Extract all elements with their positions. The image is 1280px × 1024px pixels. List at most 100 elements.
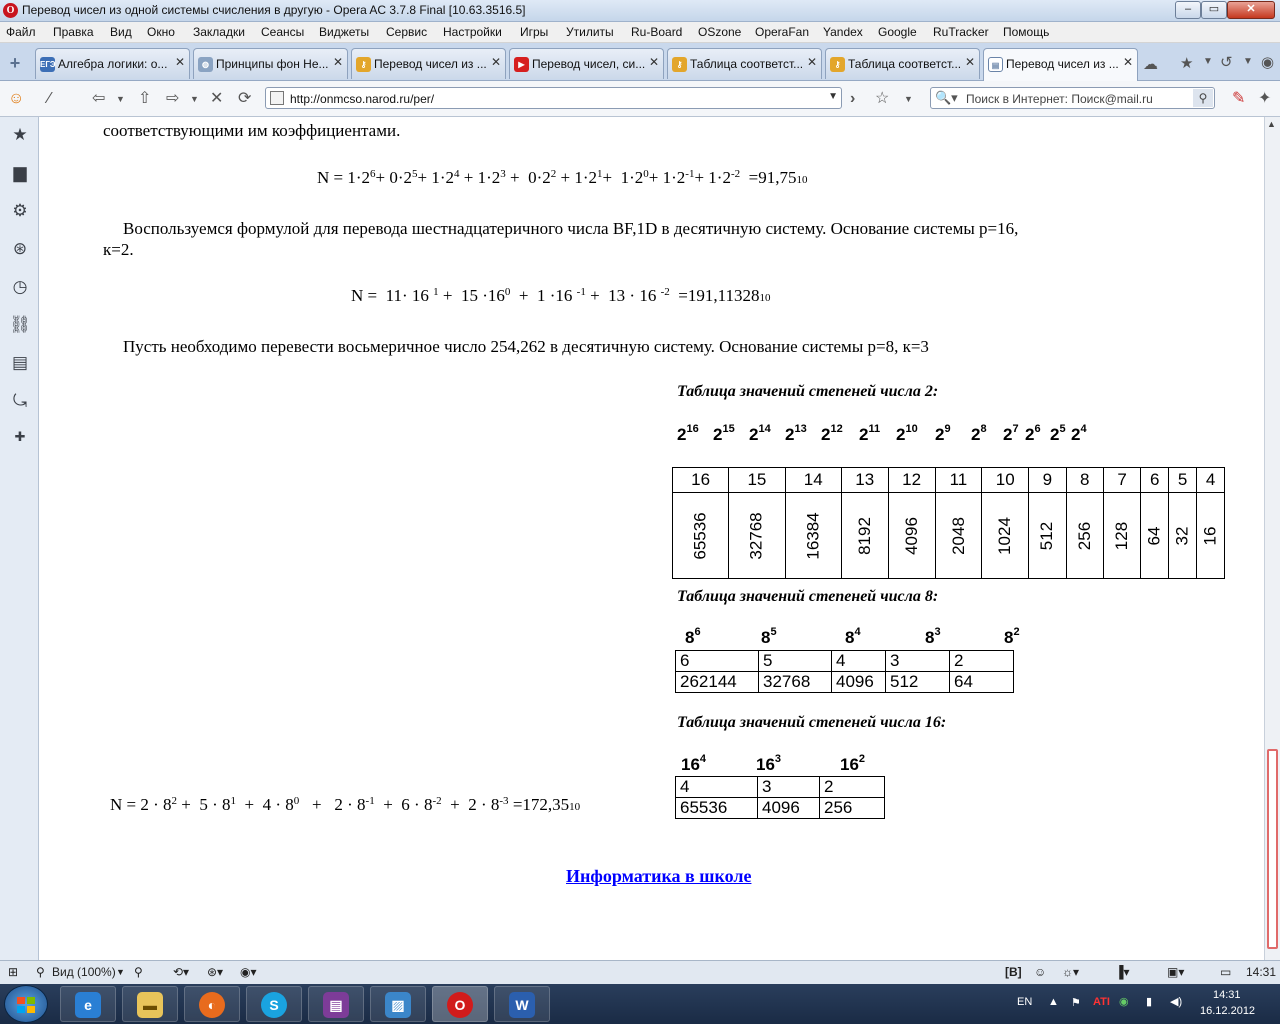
- wifi-icon[interactable]: ▮: [1146, 995, 1152, 1008]
- tab-perevod-2[interactable]: ▶ Перевод чисел, си... ✕: [509, 48, 664, 79]
- skin-icon[interactable]: ☼▾: [1062, 965, 1079, 979]
- search-icon[interactable]: ⚲: [1193, 89, 1213, 107]
- menu-settings[interactable]: Настройки: [443, 25, 502, 39]
- panels-icon[interactable]: ▭: [1220, 965, 1231, 979]
- menu-operafan[interactable]: OperaFan: [755, 25, 809, 39]
- back-icon[interactable]: ⇦: [92, 88, 105, 110]
- taskbar-ie[interactable]: e: [60, 986, 116, 1022]
- minimize-button[interactable]: –: [1175, 1, 1201, 19]
- stop-icon[interactable]: ✕: [210, 88, 223, 110]
- wand-icon[interactable]: ✦: [1258, 88, 1271, 110]
- widgets-icon[interactable]: ▆: [9, 162, 31, 184]
- tab-table-1[interactable]: ⚷ Таблица соответст... ✕: [667, 48, 822, 79]
- taskbar-word[interactable]: W: [494, 986, 550, 1022]
- tray-arrow-icon[interactable]: ▲: [1048, 996, 1059, 1008]
- tab-close-icon[interactable]: ✕: [175, 55, 185, 69]
- chevron-down-icon[interactable]: ▼: [1203, 56, 1213, 67]
- tab-active-perevod[interactable]: ▤ Перевод чисел из ... ✕: [983, 48, 1138, 81]
- menu-utilities[interactable]: Утилиты: [566, 25, 614, 39]
- scrollbar-thumb[interactable]: [1267, 749, 1278, 949]
- vertical-scrollbar[interactable]: ▲: [1264, 117, 1280, 960]
- menu-view[interactable]: Вид: [110, 25, 132, 39]
- reload-icon[interactable]: ⟳: [238, 88, 251, 110]
- undo-close-icon[interactable]: ↺: [1220, 53, 1233, 71]
- tray-time[interactable]: 14:31: [1213, 989, 1241, 1001]
- smiley-icon[interactable]: ☺: [1034, 965, 1046, 979]
- go-icon[interactable]: ›: [850, 88, 855, 110]
- transfers-icon[interactable]: ⤿: [9, 390, 31, 412]
- taskbar-explorer[interactable]: ▬: [122, 986, 178, 1022]
- home-icon[interactable]: ⇧: [138, 88, 151, 110]
- add-panel-icon[interactable]: ✚: [9, 426, 31, 448]
- zoom-level[interactable]: Вид (100%): [52, 965, 116, 979]
- language-indicator[interactable]: EN: [1017, 996, 1032, 1008]
- bookmark-star-icon[interactable]: ☆: [875, 88, 889, 110]
- panel-toggle-icon[interactable]: ⊞: [8, 965, 18, 979]
- feeds-icon[interactable]: ⊛: [9, 238, 31, 260]
- menu-file[interactable]: Файл: [6, 25, 36, 39]
- screen-icon[interactable]: ▣▾: [1167, 965, 1184, 979]
- start-button[interactable]: [4, 985, 48, 1023]
- tab-close-icon[interactable]: ✕: [965, 55, 975, 69]
- tab-close-icon[interactable]: ✕: [491, 55, 501, 69]
- forward-icon[interactable]: ⇨: [166, 88, 179, 110]
- menu-edit[interactable]: Правка: [53, 25, 94, 39]
- tab-algebra[interactable]: ЕГЭ Алгебра логики: о... ✕: [35, 48, 190, 79]
- tab-close-icon[interactable]: ✕: [649, 55, 659, 69]
- links-icon[interactable]: ⛓: [9, 314, 31, 336]
- ati-icon[interactable]: ATI: [1093, 996, 1110, 1008]
- chevron-down-icon[interactable]: ▼: [1243, 56, 1253, 67]
- tab-close-icon[interactable]: ✕: [1123, 55, 1133, 69]
- scroll-up-icon[interactable]: ▲: [1267, 119, 1276, 129]
- chevron-down-icon[interactable]: ▼: [904, 88, 913, 110]
- notes-icon[interactable]: ▤: [9, 352, 31, 374]
- menu-rutracker[interactable]: RuTracker: [933, 25, 989, 39]
- gear-icon[interactable]: ⚙: [9, 200, 31, 222]
- tab-von-neumann[interactable]: ◍ Принципы фон Не... ✕: [193, 48, 348, 79]
- tab-close-icon[interactable]: ✕: [807, 55, 817, 69]
- history-clock-icon[interactable]: ◷: [9, 276, 31, 298]
- flag-icon[interactable]: ⚑: [1071, 996, 1081, 1009]
- b-icon[interactable]: [B]: [1005, 965, 1022, 979]
- tab-table-2[interactable]: ⚷ Таблица соответст... ✕: [825, 48, 980, 79]
- menu-widgets[interactable]: Виджеты: [319, 25, 369, 39]
- chevron-down-icon[interactable]: ▼: [828, 91, 838, 102]
- back-menu-icon[interactable]: ▼: [116, 88, 125, 110]
- tab-menu-icon[interactable]: ◉: [1261, 53, 1274, 71]
- view-icon[interactable]: ▐▾: [1115, 965, 1130, 979]
- volume-icon[interactable]: ◀): [1170, 995, 1182, 1008]
- taskbar-skype[interactable]: S: [246, 986, 302, 1022]
- taskbar-firefox[interactable]: ◐: [184, 986, 240, 1022]
- trash-icon[interactable]: ☁: [1143, 55, 1158, 73]
- menu-google[interactable]: Google: [878, 25, 917, 39]
- chevron-down-icon[interactable]: ▼: [116, 967, 125, 977]
- menu-tools[interactable]: Сервис: [386, 25, 427, 39]
- menu-help[interactable]: Помощь: [1003, 25, 1049, 39]
- pin-icon[interactable]: ✎: [1232, 88, 1245, 110]
- unite-icon[interactable]: ⊛▾: [207, 965, 223, 979]
- search-input[interactable]: 🔍▾ Поиск в Интернет: Поиск@mail.ru ⚲: [930, 87, 1215, 109]
- tray-date[interactable]: 16.12.2012: [1200, 1005, 1255, 1017]
- close-button[interactable]: ✕: [1227, 1, 1275, 19]
- tab-perevod-1[interactable]: ⚷ Перевод чисел из ... ✕: [351, 48, 506, 79]
- wand-icon[interactable]: ⁄: [48, 88, 51, 110]
- panel-toggle-icon[interactable]: ☺: [8, 88, 24, 110]
- bookmarks-star-icon[interactable]: ★: [9, 124, 31, 146]
- search-engine-icon[interactable]: 🔍▾: [935, 90, 958, 106]
- maximize-button[interactable]: ▭: [1201, 1, 1227, 19]
- menu-bookmarks[interactable]: Закладки: [193, 25, 245, 39]
- taskbar-opera[interactable]: O: [432, 986, 488, 1022]
- address-field[interactable]: http://onmcso.narod.ru/per/ ▼: [265, 87, 842, 109]
- tab-close-icon[interactable]: ✕: [333, 55, 343, 69]
- menu-ru-board[interactable]: Ru-Board: [631, 25, 682, 39]
- footer-link[interactable]: Информатика в школе: [566, 866, 751, 887]
- taskbar-winrar[interactable]: ▤: [308, 986, 364, 1022]
- menu-sessions[interactable]: Сеансы: [261, 25, 304, 39]
- menu-yandex[interactable]: Yandex: [823, 25, 863, 39]
- forward-menu-icon[interactable]: ▼: [190, 88, 199, 110]
- menu-games[interactable]: Игры: [520, 25, 548, 39]
- taskbar-photo-viewer[interactable]: ▨: [370, 986, 426, 1022]
- network-icon[interactable]: ◉: [1119, 995, 1129, 1008]
- sync-icon[interactable]: ⟲▾: [173, 965, 189, 979]
- bookmark-star-icon[interactable]: ★: [1180, 54, 1193, 72]
